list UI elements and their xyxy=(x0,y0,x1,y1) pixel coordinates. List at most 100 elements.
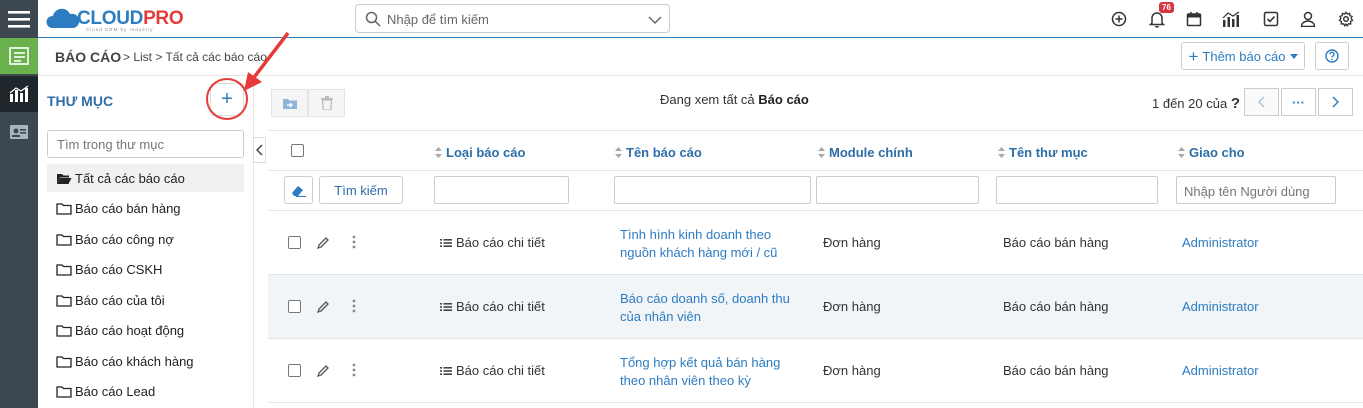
clear-filter-button[interactable] xyxy=(284,176,313,204)
table-row[interactable]: Báo cáo chi tiết Báo cáo doanh số, doanh … xyxy=(268,275,1363,339)
calendar-icon xyxy=(1186,12,1202,27)
filter-type-input[interactable] xyxy=(434,176,569,204)
delete-button[interactable] xyxy=(308,89,345,117)
folder-icon xyxy=(56,203,72,215)
report-list: Đang xem tất cả Báo cáo 1 đến 20 của ? ·… xyxy=(268,76,1363,408)
folder-item[interactable]: Báo cáo CSKH xyxy=(47,256,244,284)
column-header-type[interactable]: Loại báo cáo xyxy=(435,145,525,160)
folder-icon xyxy=(56,294,72,307)
column-header-assignee[interactable]: Giao cho xyxy=(1178,145,1245,160)
folder-item[interactable]: Báo cáo bán hàng xyxy=(47,195,244,223)
folder-item[interactable]: Báo cáo công nợ xyxy=(47,225,244,253)
more-vertical-icon[interactable] xyxy=(352,235,356,249)
global-search-input[interactable]: Nhập để tìm kiếm xyxy=(355,4,670,33)
search-button[interactable]: Tìm kiếm xyxy=(319,176,403,204)
filter-assignee-input[interactable]: Nhập tên Người dùng xyxy=(1176,176,1336,204)
folder-item[interactable]: Báo cáo hoạt động xyxy=(47,317,244,345)
collapse-sidebar-button[interactable] xyxy=(253,137,266,163)
pencil-icon[interactable] xyxy=(316,364,330,378)
folder-item[interactable]: Tất cả các báo cáo xyxy=(47,164,244,192)
help-icon xyxy=(1325,49,1339,63)
report-module: Đơn hàng xyxy=(823,299,881,314)
search-icon xyxy=(365,11,381,27)
add-report-button[interactable]: + Thêm báo cáo xyxy=(1181,42,1305,70)
folder-label: Báo cáo bán hàng xyxy=(75,201,181,216)
folder-icon xyxy=(56,325,72,337)
filter-folder-input[interactable] xyxy=(996,176,1158,204)
report-name-link[interactable]: Báo cáo doanh số, doanh thu của nhân viên xyxy=(620,290,800,326)
more-pages-button[interactable]: ··· xyxy=(1281,88,1316,116)
caret-down-icon xyxy=(1289,53,1298,59)
rail-item-reports[interactable] xyxy=(0,76,38,112)
prev-page-button[interactable] xyxy=(1244,88,1279,116)
folder-item[interactable]: Báo cáo Lead xyxy=(47,378,244,406)
column-header-module[interactable]: Module chính xyxy=(818,145,913,160)
table-row[interactable]: Báo cáo chi tiết Tình hình kinh doanh the… xyxy=(268,211,1363,275)
pencil-icon[interactable] xyxy=(316,236,330,250)
more-vertical-icon[interactable] xyxy=(352,363,356,377)
folder-icon xyxy=(56,233,72,246)
filter-name-input[interactable] xyxy=(614,176,811,204)
row-checkbox[interactable] xyxy=(288,236,301,249)
report-name-link[interactable]: Tổng hợp kết quả bán hàng theo nhân viên … xyxy=(620,354,800,390)
checkbox-icon xyxy=(1263,11,1279,27)
column-header-name[interactable]: Tên báo cáo xyxy=(615,145,702,160)
user-profile-button[interactable] xyxy=(1298,9,1318,29)
menu-button[interactable] xyxy=(0,0,38,38)
chevron-left-icon xyxy=(1258,96,1265,108)
report-assignee-link[interactable]: Administrator xyxy=(1182,299,1259,314)
pager-help-icon[interactable]: ? xyxy=(1231,95,1240,112)
logo-tagline: Cloud CRM by Industry xyxy=(86,27,154,32)
report-type: Báo cáo chi tiết xyxy=(440,299,545,314)
folder-search-input[interactable] xyxy=(47,130,244,158)
pencil-icon[interactable] xyxy=(316,300,330,314)
sort-icon xyxy=(818,147,825,158)
chevron-down-icon[interactable] xyxy=(648,15,662,25)
folder-item[interactable]: Báo cáo khách hàng xyxy=(47,347,244,375)
reports-button[interactable] xyxy=(1221,9,1241,29)
address-book-icon xyxy=(10,125,28,139)
row-checkbox[interactable] xyxy=(288,364,301,377)
report-assignee-link[interactable]: Administrator xyxy=(1182,363,1259,378)
report-name-link[interactable]: Tình hình kinh doanh theo nguồn khách hàn… xyxy=(620,226,800,262)
viewing-label: Đang xem tất cả Báo cáo xyxy=(660,92,809,107)
filter-module-input[interactable] xyxy=(816,176,979,204)
bar-chart-icon xyxy=(1222,11,1240,27)
pager-info: 1 đến 20 của ? xyxy=(1152,95,1240,112)
folder-icon xyxy=(56,264,72,276)
app-rail xyxy=(0,0,38,408)
rail-item-list[interactable] xyxy=(0,38,38,74)
folder-open-icon xyxy=(57,173,72,184)
report-module: Đơn hàng xyxy=(823,235,881,250)
table-row[interactable]: Báo cáo chi tiết Tổng hợp kết quả bán hàn… xyxy=(268,339,1363,403)
help-button[interactable] xyxy=(1315,42,1349,70)
select-all-checkbox[interactable] xyxy=(291,144,304,157)
folder-item[interactable]: Báo cáo của tôi xyxy=(47,286,244,314)
report-assignee-link[interactable]: Administrator xyxy=(1182,235,1259,250)
calendar-button[interactable] xyxy=(1184,9,1204,29)
quick-create-button[interactable] xyxy=(1109,9,1129,29)
move-to-folder-button[interactable] xyxy=(271,89,308,117)
folder-label: Báo cáo của tôi xyxy=(75,292,165,308)
plus-circle-icon xyxy=(1111,11,1127,27)
list-icon xyxy=(9,47,29,65)
row-checkbox[interactable] xyxy=(288,300,301,313)
add-report-label: Thêm báo cáo xyxy=(1202,48,1286,64)
folder-label: Báo cáo công nợ xyxy=(75,231,174,247)
rail-item-contacts[interactable] xyxy=(0,114,38,150)
logo[interactable]: CLOUDPRO Cloud CRM by Industry xyxy=(46,3,196,35)
report-folder: Báo cáo bán hàng xyxy=(1003,299,1109,314)
settings-button[interactable] xyxy=(1336,9,1356,29)
folder-label: Báo cáo hoạt động xyxy=(75,323,185,338)
more-vertical-icon[interactable] xyxy=(352,299,356,313)
folder-sidebar: THƯ MỤC + Tất cả các báo cáoBáo cáo bán … xyxy=(38,76,254,408)
table-header: Loại báo cáo Tên báo cáo Module chính Tê… xyxy=(268,130,1363,171)
notification-badge: 76 xyxy=(1159,2,1174,13)
user-icon xyxy=(1300,11,1316,27)
column-header-folder[interactable]: Tên thư mục xyxy=(998,145,1088,160)
filter-row: Tìm kiếm Nhập tên Người dùng xyxy=(268,171,1363,211)
next-page-button[interactable] xyxy=(1318,88,1353,116)
folder-sidebar-title: THƯ MỤC xyxy=(47,93,114,109)
list-bullets-icon xyxy=(440,302,452,311)
tasks-button[interactable] xyxy=(1261,9,1281,29)
